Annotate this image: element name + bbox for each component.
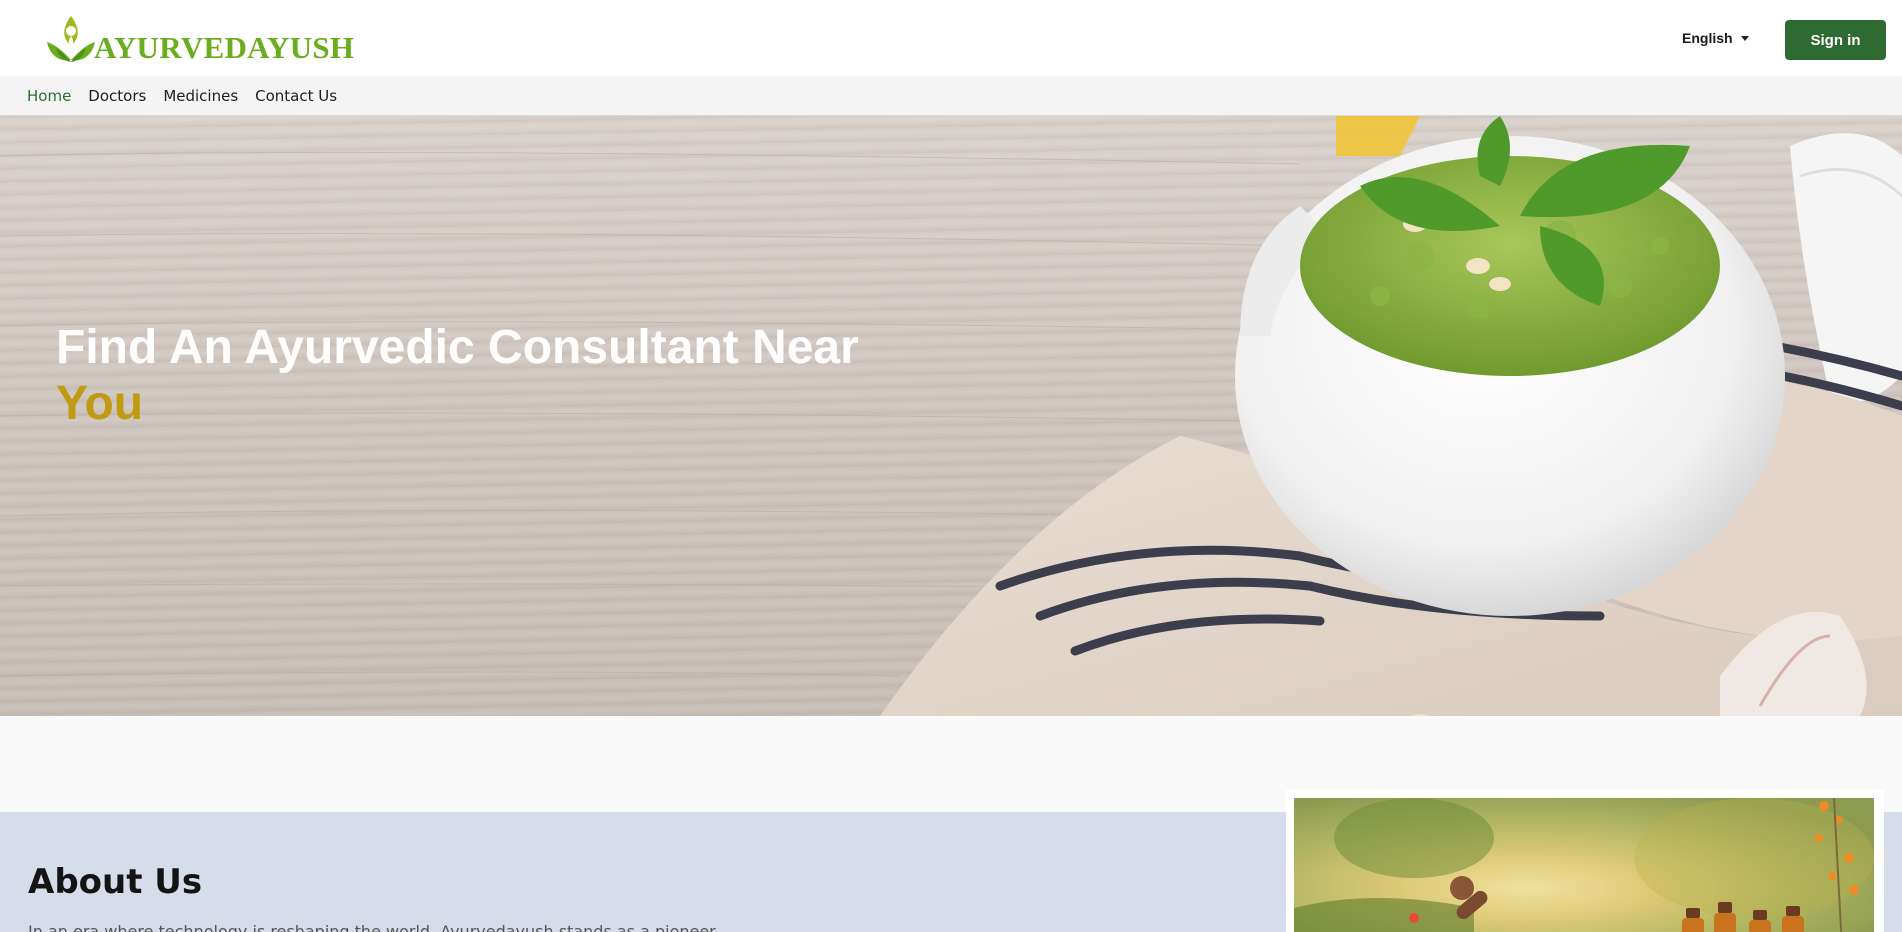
logo-text: AYURVEDAYUSH: [94, 30, 355, 65]
about-title: About Us: [28, 862, 203, 902]
herbs-image: [1294, 798, 1874, 932]
about-text: In an era where technology is reshaping …: [28, 922, 721, 932]
about-image: [1294, 798, 1874, 932]
hero-title: Find An Ayurvedic Consultant Near You: [56, 320, 859, 432]
hero-title-line1: Find An Ayurvedic Consultant Near: [56, 321, 859, 374]
nav-item-home[interactable]: Home: [27, 87, 71, 105]
sign-in-button[interactable]: Sign in: [1785, 20, 1886, 60]
logo[interactable]: AYURVEDAYUSH: [44, 14, 354, 66]
nav-item-medicines[interactable]: Medicines: [163, 87, 238, 105]
hero-title-line2: You: [56, 377, 144, 430]
lotus-logo-icon: [47, 16, 95, 62]
top-header: AYURVEDAYUSH English Sign in: [0, 0, 1902, 76]
hero-banner: Find An Ayurvedic Consultant Near You: [0, 116, 1902, 716]
chevron-down-icon: [1740, 35, 1749, 41]
nav-item-doctors[interactable]: Doctors: [88, 87, 146, 105]
language-label: English: [1682, 30, 1733, 46]
main-nav: Home Doctors Medicines Contact Us: [0, 76, 1902, 116]
about-image-card: [1286, 790, 1884, 932]
nav-item-contact-us[interactable]: Contact Us: [255, 87, 337, 105]
language-selector[interactable]: English: [1682, 30, 1749, 46]
